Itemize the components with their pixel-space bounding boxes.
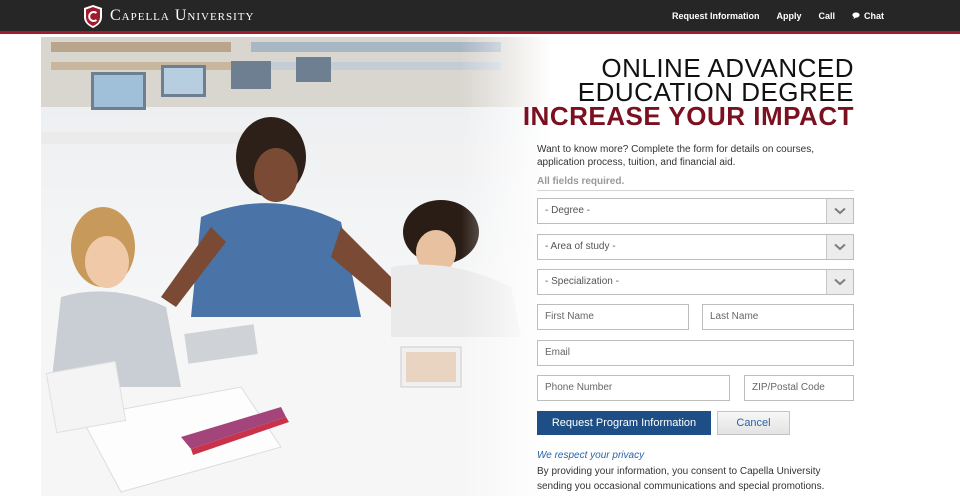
phone-number-field[interactable]: Phone Number	[537, 375, 730, 401]
nav-chat-label: Chat	[864, 10, 884, 21]
consent-text: By providing your information, you conse…	[537, 466, 825, 492]
cancel-button[interactable]: Cancel	[717, 411, 790, 435]
request-program-information-button[interactable]: Request Program Information	[537, 411, 711, 435]
degree-select-value: - Degree -	[545, 205, 591, 216]
header-nav: Request Information Apply Call Chat	[672, 0, 884, 31]
specialization-select[interactable]: - Specialization -	[537, 269, 854, 295]
chat-bubble-icon	[852, 12, 860, 19]
email-field[interactable]: Email	[537, 340, 854, 366]
chevron-down-icon[interactable]	[826, 199, 853, 223]
form-intro-text: Want to know more? Complete the form for…	[537, 144, 814, 168]
headline-line-3: INCREASE YOUR IMPACT	[522, 101, 854, 131]
chevron-down-icon[interactable]	[826, 235, 853, 259]
area-of-study-select[interactable]: - Area of study -	[537, 234, 854, 260]
nav-apply[interactable]: Apply	[776, 11, 801, 21]
specialization-select-value: - Specialization -	[545, 276, 619, 287]
logo-wordmark: Capella University	[110, 7, 255, 24]
nav-chat[interactable]: Chat	[852, 11, 884, 21]
degree-select[interactable]: - Degree -	[537, 198, 854, 224]
nav-request-information[interactable]: Request Information	[672, 11, 760, 21]
capella-logo[interactable]: Capella University	[83, 3, 254, 29]
form-divider	[537, 190, 854, 191]
first-name-field[interactable]: First Name	[537, 304, 689, 330]
hero-classroom-photo	[41, 37, 551, 496]
area-select-value: - Area of study -	[545, 241, 616, 252]
last-name-field[interactable]: Last Name	[702, 304, 854, 330]
shield-logo-icon	[84, 4, 102, 28]
required-fields-note: All fields required.	[537, 176, 625, 187]
chevron-down-icon[interactable]	[826, 270, 853, 294]
nav-call[interactable]: Call	[818, 11, 835, 21]
top-navigation-bar: Capella University Request Information A…	[0, 0, 960, 34]
zip-code-field[interactable]: ZIP/Postal Code	[744, 375, 854, 401]
privacy-link[interactable]: We respect your privacy	[537, 450, 644, 461]
